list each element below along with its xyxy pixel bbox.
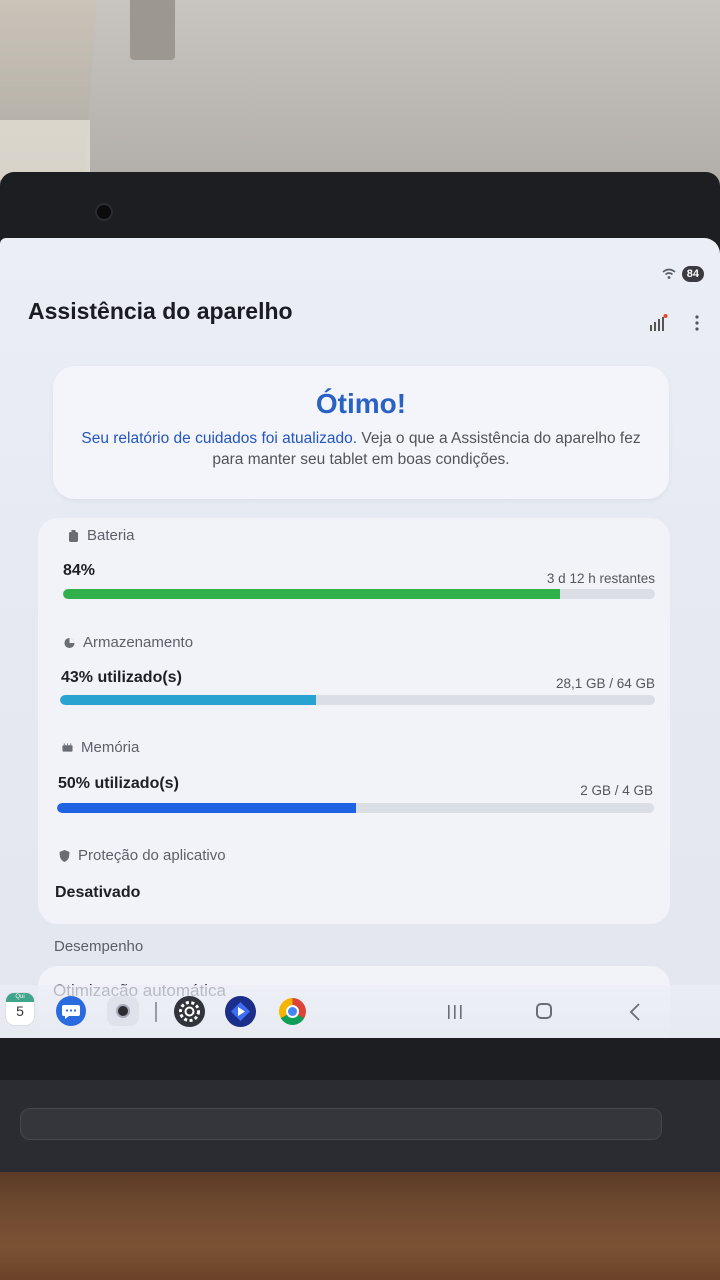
battery-bar-fill [63,589,561,599]
performance-section-label: Desempenho [54,938,144,955]
storage-icon [64,637,75,648]
messages-icon[interactable] [56,996,86,1026]
battery-bar [63,589,655,599]
calendar-weekday: Qui [6,993,34,1002]
laptop-edge [130,0,175,60]
taskbar-divider [155,1002,157,1022]
more-options-icon[interactable] [694,314,700,332]
app-protection-label: Proteção do aplicativo [78,847,226,864]
care-report-card[interactable]: Ótimo! Seu relatório de cuidados foi atu… [53,366,669,499]
paper [0,120,90,180]
chrome-center [286,1005,299,1018]
camera-lens [116,1004,130,1018]
app-protection-section[interactable]: Proteção do aplicativo Desativado [38,837,670,924]
storage-value: 43% utilizado(s) [61,669,182,686]
battery-section[interactable]: Bateria 84% 3 d 12 h restantes [38,518,670,623]
hero-text: Seu relatório de cuidados foi atualizado… [71,428,651,470]
memory-label: Memória [81,739,140,756]
storage-bar-fill [60,695,316,705]
memory-bar [57,803,654,813]
battery-icon [69,529,78,542]
chrome-icon[interactable] [279,998,306,1025]
play-store-icon[interactable] [225,996,256,1027]
memory-section[interactable]: Memória 50% utilizado(s) 2 GB / 4 GB [38,730,670,837]
storage-label: Armazenamento [83,634,194,651]
storage-section[interactable]: Armazenamento 43% utilizado(s) 28,1 GB /… [38,623,670,730]
front-camera [95,203,113,221]
pen-groove [20,1108,662,1140]
wifi-icon [662,268,676,279]
camera-icon[interactable] [107,996,139,1026]
memory-bar-fill [57,803,356,813]
gear-icon [179,1001,200,1022]
chat-bubble-icon [62,1005,80,1019]
storage-bar [60,695,655,705]
status-card: Bateria 84% 3 d 12 h restantes Armazenam… [38,518,670,924]
calendar-day: 5 [16,1003,24,1019]
home-icon[interactable] [536,1003,552,1019]
storage-detail: 28,1 GB / 64 GB [555,676,655,691]
page-title: Assistência do aparelho [28,298,293,324]
tablet-screen: 84 Assistência do aparelho Ótimo! Seu re… [0,238,720,1038]
memory-detail: 2 GB / 4 GB [580,783,653,798]
memory-icon [62,742,73,752]
app-protection-value: Desativado [55,884,141,901]
wooden-table [0,1170,720,1280]
status-bar: 84 [662,266,704,282]
recent-apps-icon[interactable] [446,1004,464,1020]
calendar-icon[interactable]: Qui 5 [6,993,34,1025]
report-link[interactable]: Seu relatório de cuidados foi atualizado… [81,430,357,447]
laptop-lid [83,0,720,195]
battery-value: 84% [63,562,96,579]
hero-title: Ótimo! [315,388,407,419]
taskbar: Qui 5 [0,985,720,1038]
memory-value: 50% utilizado(s) [58,775,179,792]
report-icon[interactable] [648,314,668,332]
battery-label: Bateria [87,527,135,544]
keyboard-case [0,1080,720,1172]
back-icon[interactable] [628,1003,642,1021]
play-icon [231,1002,250,1021]
battery-indicator: 84 [681,266,704,282]
battery-detail: 3 d 12 h restantes [546,571,655,586]
settings-icon[interactable] [174,996,205,1027]
shield-icon [59,849,70,862]
